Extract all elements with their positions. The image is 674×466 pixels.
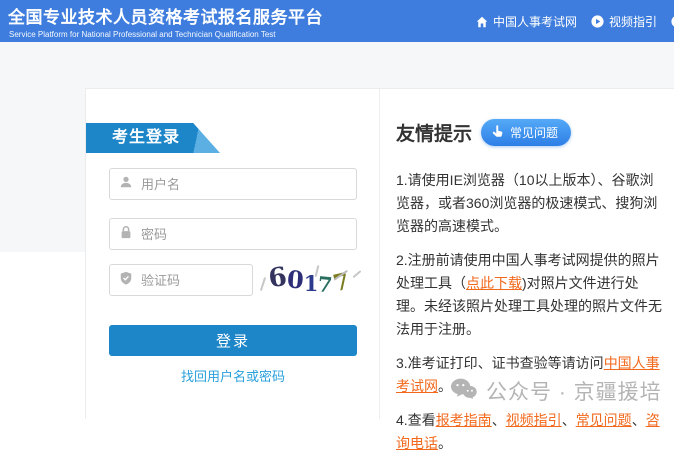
home-icon <box>476 16 488 28</box>
tip-text: 3.准考证打印、证书查验等请访问 <box>396 355 604 371</box>
tip-text: 、 <box>561 412 576 428</box>
lock-icon <box>119 225 133 244</box>
captcha-digit: 0 <box>286 264 305 295</box>
faq-button-label: 常见问题 <box>510 126 559 140</box>
hand-pointer-icon <box>491 124 504 141</box>
tip-text: 4.查看 <box>396 412 436 428</box>
password-field[interactable] <box>109 218 357 250</box>
tip-text: 。 <box>438 435 452 451</box>
tip-link[interactable]: 点此下载 <box>466 275 522 291</box>
captcha-digits: 60177 <box>266 261 353 298</box>
header: 全国专业技术人员资格考试报名服务平台 Service Platform for … <box>0 0 674 42</box>
captcha-noise <box>352 270 362 278</box>
nav-link-cpta-site[interactable]: 中国人事考试网 <box>476 13 577 30</box>
tip-text: 、 <box>491 412 506 428</box>
captcha-input[interactable] <box>141 272 252 288</box>
captcha-digit: 6 <box>266 261 289 295</box>
username-input[interactable] <box>141 176 356 192</box>
tip-item: 1.请使用IE浏览器（10以上版本）、谷歌浏览器，或者360浏览器的极速模式、搜… <box>396 169 664 238</box>
tips-heading: 友情提示 <box>396 124 473 145</box>
login-panel-title: 考生登录 <box>86 123 220 153</box>
nav-link-label: 视频指引 <box>608 15 657 29</box>
tip-text: 1.请使用IE浏览器（10以上版本）、谷歌浏览器，或者360浏览器的极速模式、搜… <box>396 172 658 234</box>
main-card: 考生登录 60177 登录 找回用户名或密码 友情提示 <box>85 88 674 451</box>
tips-panel: 友情提示 常见问题 1.请使用IE浏览器（10以上版本）、谷歌浏览器，或者360… <box>396 119 664 466</box>
tips-list: 1.请使用IE浏览器（10以上版本）、谷歌浏览器，或者360浏览器的极速模式、搜… <box>396 169 664 455</box>
tip-text: 、 <box>631 412 646 428</box>
password-input[interactable] <box>141 226 356 242</box>
tip-item: 2.注册前请使用中国人事考试网提供的照片处理工具（点此下载)对照片文件进行处理。… <box>396 249 664 341</box>
captcha-image[interactable]: 60177 <box>256 257 362 303</box>
play-circle-icon <box>591 15 604 28</box>
captcha-noise <box>259 277 266 291</box>
shield-check-icon <box>119 271 133 290</box>
header-nav: 中国人事考试网 视频指引 <box>476 13 674 30</box>
tip-link[interactable]: 报考指南 <box>436 412 492 428</box>
forgot-credentials-link[interactable]: 找回用户名或密码 <box>109 366 357 385</box>
page-subtitle: Service Platform for National Profession… <box>9 30 276 39</box>
login-button[interactable]: 登录 <box>109 325 357 356</box>
tip-text: 。 <box>438 378 452 394</box>
nav-link-label: 中国人事考试网 <box>492 15 577 29</box>
tip-item: 4.查看报考指南、视频指引、常见问题、咨询电话。 <box>396 409 664 455</box>
user-icon <box>119 175 133 194</box>
tip-link[interactable]: 常见问题 <box>576 412 632 428</box>
section-divider <box>379 89 380 419</box>
username-field[interactable] <box>109 168 357 200</box>
tip-link[interactable]: 视频指引 <box>506 412 562 428</box>
captcha-field[interactable] <box>109 264 253 296</box>
tip-item: 3.准考证打印、证书查验等请访问中国人事考试网。 <box>396 352 664 398</box>
nav-link-video-guide[interactable]: 视频指引 <box>591 13 657 30</box>
faq-button[interactable]: 常见问题 <box>481 119 572 146</box>
